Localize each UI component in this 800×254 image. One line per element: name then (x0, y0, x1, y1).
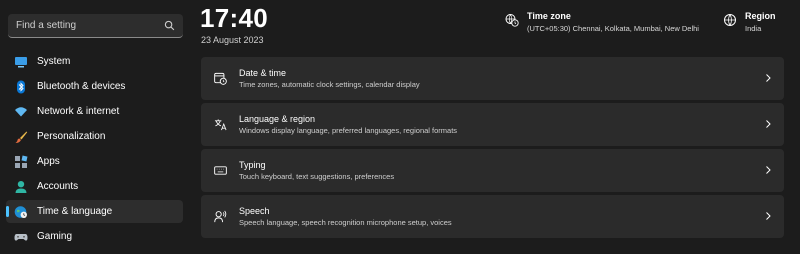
sidebar-item-label: Network & internet (37, 106, 120, 117)
card-subtitle: Windows display language, preferred lang… (239, 126, 458, 135)
speech-icon (214, 210, 227, 223)
account-icon (15, 180, 27, 193)
system-icon (15, 56, 27, 67)
sidebar-item-accounts[interactable]: Accounts (6, 175, 183, 198)
apps-icon (15, 155, 28, 168)
sidebar-item-personalization[interactable]: Personalization (6, 125, 183, 148)
region-value: India (745, 24, 762, 33)
current-time: 17:40 (200, 3, 268, 33)
chevron-right-icon (766, 74, 771, 82)
sidebar-item-label: Accounts (37, 181, 79, 192)
globe-icon (724, 14, 736, 26)
card-title: Date & time (239, 68, 287, 78)
wifi-icon (15, 106, 27, 116)
sidebar-item-label: Apps (37, 156, 60, 167)
sidebar-item-apps[interactable]: Apps (6, 150, 183, 173)
chevron-right-icon (766, 166, 771, 174)
current-date: 23 August 2023 (201, 35, 264, 45)
brush-icon (15, 131, 28, 143)
language-region-card[interactable]: Language & region Windows display langua… (201, 103, 784, 146)
timezone-icon (505, 14, 519, 27)
search-icon[interactable] (164, 20, 175, 31)
card-title: Language & region (239, 114, 316, 124)
card-title: Typing (239, 160, 266, 170)
date-time-card[interactable]: Date & time Time zones, automatic clock … (201, 57, 784, 100)
chevron-right-icon (766, 212, 771, 220)
sidebar-item-label: Gaming (37, 231, 73, 242)
region-title: Region (745, 11, 776, 21)
sidebar-item-label: Time & language (37, 206, 113, 217)
chevron-right-icon (766, 120, 771, 128)
sidebar-item-label: Bluetooth & devices (37, 81, 126, 92)
settings-cards: Date & time Time zones, automatic clock … (201, 57, 784, 241)
sidebar-item-label: Personalization (37, 131, 106, 142)
region-info[interactable]: Region India (723, 10, 776, 34)
sidebar-item-bluetooth[interactable]: Bluetooth & devices (6, 75, 183, 98)
sidebar-item-label: System (37, 56, 71, 67)
language-icon (214, 119, 227, 131)
card-subtitle: Time zones, automatic clock settings, ca… (239, 80, 420, 89)
globe-clock-icon (14, 205, 27, 218)
card-subtitle: Speech language, speech recognition micr… (239, 218, 452, 227)
gamepad-icon (14, 233, 28, 241)
sidebar-item-gaming[interactable]: Gaming (6, 225, 183, 248)
keyboard-icon (214, 166, 227, 175)
timezone-title: Time zone (527, 11, 571, 21)
search-placeholder: Find a setting (16, 20, 77, 31)
sidebar: Find a setting System Bluetooth & device… (0, 0, 190, 254)
sidebar-item-time-language[interactable]: Time & language (6, 200, 183, 223)
timezone-value: (UTC+05:30) Chennai, Kolkata, Mumbai, Ne… (527, 24, 699, 33)
bluetooth-icon (17, 80, 25, 93)
card-subtitle: Touch keyboard, text suggestions, prefer… (239, 172, 395, 181)
timezone-info[interactable]: Time zone (UTC+05:30) Chennai, Kolkata, … (505, 10, 699, 34)
card-title: Speech (239, 206, 270, 216)
nav-list: System Bluetooth & devices Network & int… (6, 50, 183, 250)
calendar-clock-icon (214, 72, 227, 85)
sidebar-item-system[interactable]: System (6, 50, 183, 73)
search-input[interactable]: Find a setting (8, 14, 183, 38)
speech-card[interactable]: Speech Speech language, speech recogniti… (201, 195, 784, 238)
typing-card[interactable]: Typing Touch keyboard, text suggestions,… (201, 149, 784, 192)
sidebar-item-network[interactable]: Network & internet (6, 100, 183, 123)
